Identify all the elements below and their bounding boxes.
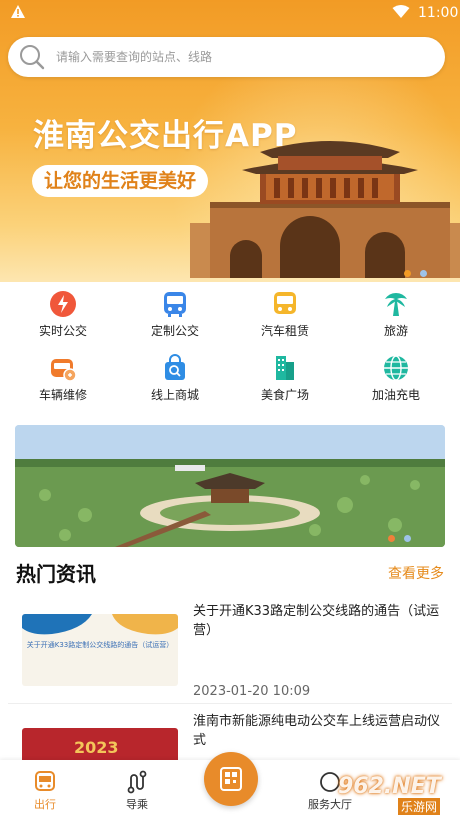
site-watermark: 962.NET 乐游网: [308, 770, 458, 816]
hero-carousel-dots[interactable]: [400, 262, 428, 281]
service-grid: 实时公交 定制公交 汽车租赁 旅游 车辆维修 线上商城 美食广场 加油充电: [0, 285, 460, 415]
warning-icon: [11, 5, 25, 18]
lotus-park-image: [15, 425, 445, 547]
hero-subtitle: 让您的生活更美好: [32, 165, 209, 197]
repair-car-icon: [51, 359, 77, 382]
news-more-link[interactable]: 查看更多: [388, 563, 444, 583]
lightning-icon: [50, 291, 76, 317]
news-headline: 淮南市新能源纯电动公交车上线运营启动仪式: [193, 714, 441, 748]
hero-title: 淮南公交出行APP: [33, 118, 298, 154]
service-food-plaza[interactable]: 美食广场: [230, 349, 340, 409]
service-realtime-bus[interactable]: 实时公交: [8, 285, 118, 345]
news-thumb-graphic: [22, 614, 178, 635]
service-vehicle-repair[interactable]: 车辆维修: [8, 349, 118, 409]
service-tourism[interactable]: 旅游: [341, 285, 451, 345]
news-thumb-text: 2023: [74, 738, 119, 757]
service-label: 旅游: [383, 324, 408, 338]
service-car-rental[interactable]: 汽车租赁: [230, 285, 340, 345]
service-label: 定制公交: [150, 324, 199, 338]
hero-banner[interactable]: 11:00 淮南公交出行APP 让您的生活更美好: [0, 0, 460, 282]
service-label: 加油充电: [371, 388, 420, 402]
search-input[interactable]: [56, 46, 426, 68]
wifi-icon: [392, 5, 410, 18]
news-thumbnail: 关于开通K33路定制公交线路的通告（试运营）: [22, 614, 178, 686]
banner-carousel-dots[interactable]: [384, 527, 412, 546]
service-label: 实时公交: [38, 324, 87, 338]
palm-tree-icon: [385, 293, 407, 316]
service-label: 美食广场: [260, 388, 309, 402]
divider: [8, 703, 452, 704]
carousel-dot[interactable]: [404, 535, 412, 542]
service-online-mall[interactable]: 线上商城: [120, 349, 230, 409]
watermark-subtext: 乐游网: [398, 798, 441, 815]
bus-icon: [164, 292, 186, 317]
route-icon: [127, 770, 147, 794]
news-headline: 关于开通K33路定制公交线路的通告（试运营）: [193, 604, 440, 638]
shopping-bag-icon: [165, 354, 185, 380]
search-icon[interactable]: [18, 43, 46, 71]
carousel-dot-active[interactable]: [404, 270, 411, 277]
car-rental-icon: [274, 292, 296, 314]
nav-travel[interactable]: 出行: [5, 760, 85, 818]
status-time: 11:00: [418, 5, 459, 21]
search-bar[interactable]: [8, 37, 445, 77]
carousel-dot-active[interactable]: [388, 535, 395, 542]
service-custom-bus[interactable]: 定制公交: [120, 285, 230, 345]
service-label: 车辆维修: [38, 388, 87, 402]
watermark-text: 962.NET: [338, 774, 441, 799]
news-item[interactable]: 关于开通K33路定制公交线路的通告（试运营） 关于开通K33路定制公交线路的通告…: [0, 602, 460, 714]
status-bar: 11:00: [0, 0, 460, 26]
news-section-title: 热门资讯: [16, 562, 96, 586]
nav-label: 出行: [34, 798, 56, 811]
bus-icon: [35, 771, 55, 791]
scan-qr-button[interactable]: [204, 752, 258, 806]
news-thumb-text: 关于开通K33路定制公交线路的通告（试运营）: [26, 641, 174, 649]
service-label: 汽车租赁: [260, 324, 309, 338]
service-fuel-charging[interactable]: 加油充电: [341, 349, 451, 409]
news-date: 2023-01-20 10:09: [193, 684, 311, 699]
app-screen: 11:00 淮南公交出行APP 让您的生活更美好 实时公交: [0, 0, 460, 818]
globe-icon: [384, 355, 408, 381]
nav-label: 导乘: [126, 798, 148, 811]
carousel-dot[interactable]: [420, 270, 428, 277]
promo-banner[interactable]: [15, 425, 445, 547]
service-label: 线上商城: [150, 388, 199, 402]
nav-guide[interactable]: 导乘: [97, 760, 177, 818]
qr-scan-icon: [220, 767, 242, 791]
building-icon: [276, 356, 294, 380]
